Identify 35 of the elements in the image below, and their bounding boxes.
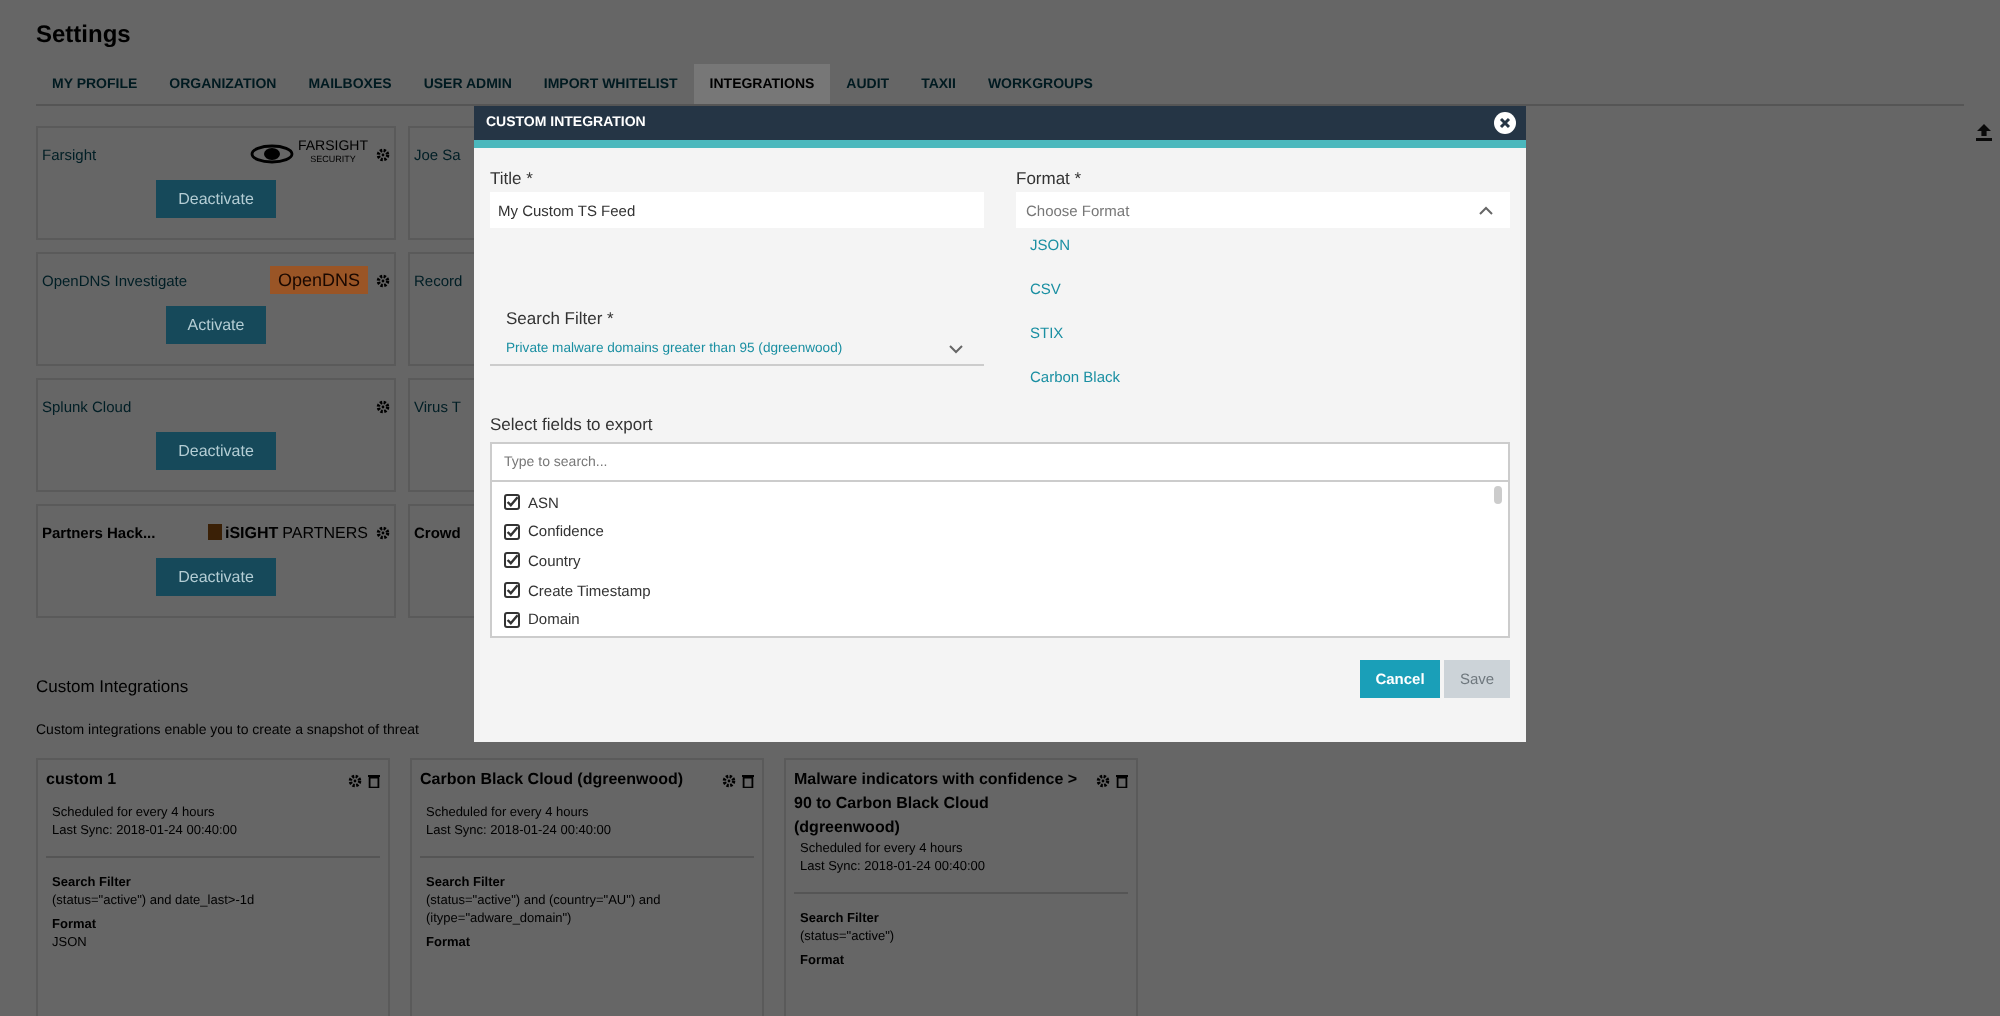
toggle-button[interactable]: Deactivate — [156, 180, 276, 218]
toggle-button[interactable]: Activate — [165, 306, 267, 344]
upload-icon[interactable] — [1974, 122, 1994, 142]
trash-icon[interactable] — [368, 774, 380, 788]
card-title: custom 1 — [46, 768, 119, 792]
fields-label: Select fields to export — [490, 412, 655, 438]
toggle-button[interactable]: Deactivate — [156, 558, 276, 596]
toggle-button[interactable]: Deactivate — [156, 432, 276, 470]
checkbox[interactable] — [504, 611, 520, 628]
settings-icon[interactable] — [1096, 774, 1110, 788]
settings-icon[interactable] — [376, 399, 390, 413]
title-label: Title * — [490, 166, 535, 192]
settings-icon[interactable] — [376, 273, 390, 287]
section-heading: Custom Integrations — [36, 676, 189, 696]
card-title: Malware indicators with confidence > 90 to Carbon Black Cloud (dgreenwood) — [794, 768, 1080, 840]
page-title: Settings — [36, 20, 133, 52]
settings-icon[interactable] — [348, 774, 362, 788]
settings-icon[interactable] — [376, 147, 390, 161]
checkbox[interactable] — [504, 494, 520, 511]
checkbox[interactable] — [504, 552, 520, 569]
format-label: Format * — [1016, 166, 1084, 192]
checkbox[interactable] — [504, 523, 520, 540]
chevron-icon — [1478, 205, 1494, 215]
search-filter-label: Search Filter * — [504, 306, 616, 332]
scrollbar[interactable] — [1494, 486, 1502, 504]
vendor-logo: OpenDNS — [269, 266, 368, 294]
close-icon[interactable] — [1494, 112, 1516, 134]
vendor-logo: iSIGHT PARTNERS — [207, 523, 368, 541]
trash-icon[interactable] — [1116, 774, 1128, 788]
chevron-down-icon — [948, 344, 964, 354]
card-title: Carbon Black Cloud (dgreenwood) — [420, 768, 686, 792]
trash-icon[interactable] — [742, 774, 754, 788]
settings-icon[interactable] — [722, 774, 736, 788]
settings-icon[interactable] — [376, 525, 390, 539]
checkbox[interactable] — [504, 582, 520, 599]
